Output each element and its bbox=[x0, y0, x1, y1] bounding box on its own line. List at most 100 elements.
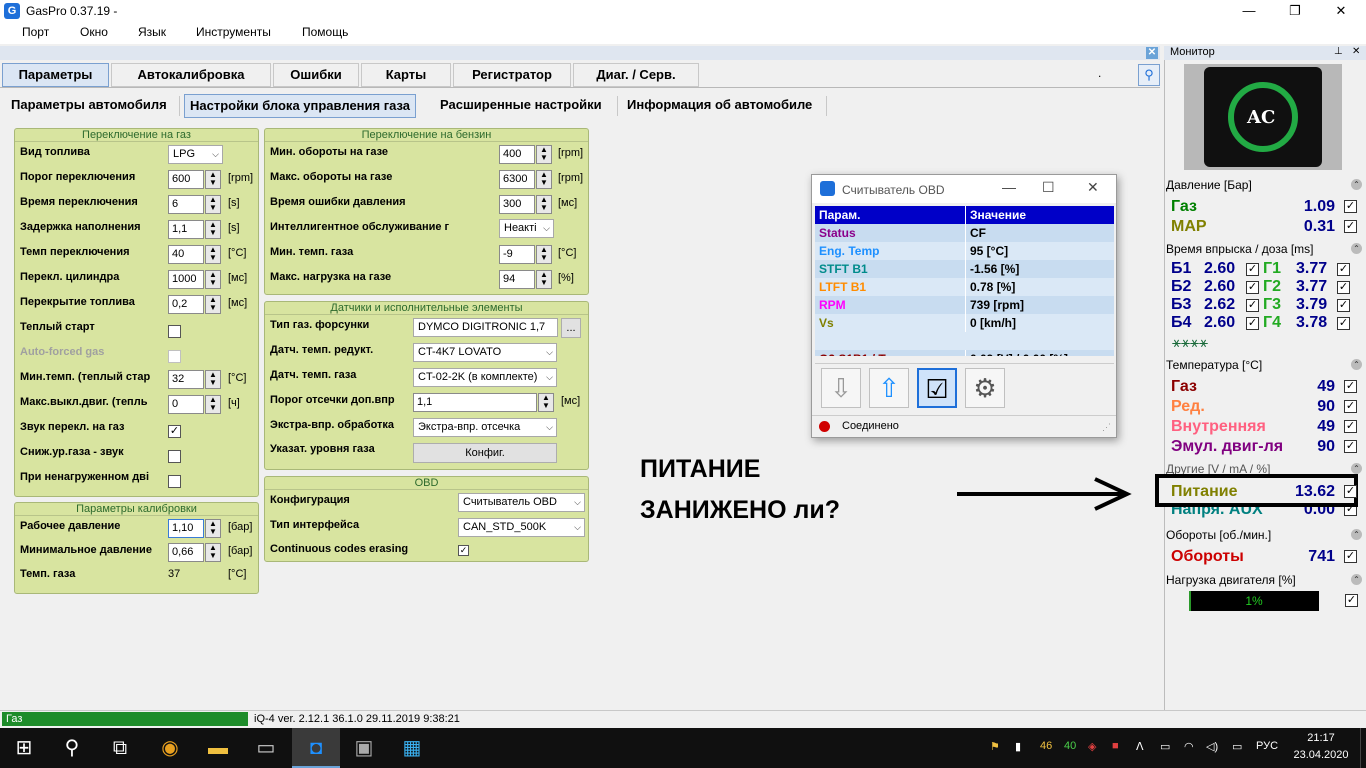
menu-language[interactable]: Язык bbox=[138, 25, 166, 39]
language-indicator[interactable]: РУС bbox=[1256, 740, 1278, 752]
injector-checkbox[interactable]: ✓ bbox=[1337, 317, 1350, 330]
obd-config-select[interactable]: Считыватель OBD ⌵ bbox=[458, 493, 585, 512]
min-pressure-spinner[interactable]: ▲ ▼ bbox=[205, 543, 221, 562]
obd-close-button[interactable]: ✕ bbox=[1087, 179, 1099, 196]
clock-time[interactable]: 21:17 bbox=[1296, 732, 1346, 744]
menu-help[interactable]: Помощь bbox=[302, 25, 348, 39]
injector-more-button[interactable]: ... bbox=[561, 318, 581, 338]
load-checkbox[interactable]: ✓ bbox=[1345, 594, 1358, 607]
extra-inj-select[interactable]: Экстра-впр. отсечка ⌵ bbox=[413, 418, 557, 437]
collapse-icon[interactable]: ⌃ bbox=[1351, 529, 1362, 540]
tab-recorder[interactable]: Регистратор bbox=[453, 63, 571, 87]
panel-close-icon[interactable]: ✕ bbox=[1146, 47, 1158, 59]
tray-icon[interactable]: ◈ bbox=[1088, 740, 1096, 753]
battery-icon[interactable]: ▭ bbox=[1160, 740, 1170, 753]
menu-tools[interactable]: Инструменты bbox=[196, 25, 271, 39]
temp-checkbox[interactable]: ✓ bbox=[1344, 420, 1357, 433]
power-checkbox[interactable]: ✓ bbox=[1344, 485, 1357, 498]
max-off-engine-spinner[interactable]: ▲ ▼ bbox=[205, 395, 221, 414]
min-gas-temp-spinner[interactable]: ▲ ▼ bbox=[536, 245, 552, 264]
chat-icon[interactable]: ▭ bbox=[1232, 740, 1242, 753]
reducer-sensor-select[interactable]: CT-4K7 LOVATO ⌵ bbox=[413, 343, 557, 362]
collapse-icon[interactable]: ⌃ bbox=[1351, 243, 1362, 254]
tab-parameters[interactable]: Параметры bbox=[2, 63, 109, 87]
subtab-advanced[interactable]: Расширенные настройки bbox=[435, 94, 607, 118]
config-button[interactable]: Конфиг. bbox=[413, 443, 557, 463]
injector-checkbox[interactable]: ✓ bbox=[1246, 299, 1259, 312]
fuel-overlap-spinner[interactable]: ▲ ▼ bbox=[205, 295, 221, 314]
fuel-type-select[interactable]: LPG ⌵ bbox=[168, 145, 223, 164]
cutoff-input[interactable]: 1,1 bbox=[413, 393, 537, 412]
arrow-down-icon[interactable]: ⇩ bbox=[821, 368, 861, 408]
chrome-icon[interactable]: ◉ bbox=[146, 728, 194, 768]
resize-grip-icon[interactable]: ⋰ bbox=[1102, 422, 1111, 433]
tab-autocalibration[interactable]: Автокалибровка bbox=[111, 63, 271, 87]
cutoff-spinner[interactable]: ▲ ▼ bbox=[538, 393, 554, 412]
max-rpm-spinner[interactable]: ▲ ▼ bbox=[536, 170, 552, 189]
file-explorer-icon[interactable]: ▬ bbox=[194, 728, 242, 768]
injector-checkbox[interactable]: ✓ bbox=[1246, 317, 1259, 330]
injector-checkbox[interactable]: ✓ bbox=[1337, 263, 1350, 276]
intelligent-select[interactable]: Неакті ⌵ bbox=[499, 219, 554, 238]
injector-type-select[interactable]: DYMCO DIGITRONIC 1,7 bbox=[413, 318, 558, 337]
warm-start-checkbox[interactable] bbox=[168, 325, 181, 338]
collapse-icon[interactable]: ⌃ bbox=[1351, 463, 1362, 474]
search-icon[interactable]: ⚲ bbox=[48, 728, 96, 768]
collapse-icon[interactable]: ⌃ bbox=[1351, 359, 1362, 370]
threshold-spinner[interactable]: ▲ ▼ bbox=[205, 170, 221, 189]
tray-icon[interactable]: ▮ bbox=[1015, 740, 1021, 753]
max-off-engine-input[interactable]: 0 bbox=[168, 395, 204, 414]
pressure-checkbox[interactable]: ✓ bbox=[1344, 220, 1357, 233]
task-view-icon[interactable]: ⧉ bbox=[96, 728, 144, 768]
temp-checkbox[interactable]: ✓ bbox=[1344, 440, 1357, 453]
max-load-input[interactable]: 94 bbox=[499, 270, 535, 289]
erasing-checkbox[interactable]: ✓ bbox=[458, 545, 469, 556]
rpm-checkbox[interactable]: ✓ bbox=[1344, 550, 1357, 563]
min-gas-temp-input[interactable]: -9 bbox=[499, 245, 535, 264]
menu-window[interactable]: Окно bbox=[80, 25, 108, 39]
collapse-icon[interactable]: ⌃ bbox=[1351, 574, 1362, 585]
temp-checkbox[interactable]: ✓ bbox=[1344, 380, 1357, 393]
pressure-checkbox[interactable]: ✓ bbox=[1344, 200, 1357, 213]
app-icon-3[interactable]: ▦ bbox=[388, 728, 436, 768]
subtab-car-params[interactable]: Параметры автомобиля bbox=[6, 94, 172, 118]
subtab-ecu-settings[interactable]: Настройки блока управления газа bbox=[184, 94, 417, 118]
collapse-icon[interactable]: ⌃ bbox=[1351, 179, 1362, 190]
terminal-icon[interactable]: ▭ bbox=[242, 728, 290, 768]
min-rpm-input[interactable]: 400 bbox=[499, 145, 535, 164]
tray-icon[interactable]: ■ bbox=[1112, 740, 1119, 752]
cyl-switch-input[interactable]: 1000 bbox=[168, 270, 204, 289]
injector-checkbox[interactable]: ✓ bbox=[1246, 263, 1259, 276]
gas-sensor-select[interactable]: CT-02-2K (в комплекте) ⌵ bbox=[413, 368, 557, 387]
arrow-up-icon[interactable]: ⇧ bbox=[869, 368, 909, 408]
pressure-error-input[interactable]: 300 bbox=[499, 195, 535, 214]
switch-temp-input[interactable]: 40 bbox=[168, 245, 204, 264]
close-button[interactable]: ✕ bbox=[1318, 0, 1364, 22]
sound-switch-checkbox[interactable]: ✓ bbox=[168, 425, 181, 438]
obd-maximize-button[interactable]: ☐ bbox=[1042, 179, 1055, 196]
temp-checkbox[interactable]: ✓ bbox=[1344, 400, 1357, 413]
min-pressure-input[interactable]: 0,66 bbox=[168, 543, 204, 562]
network-icon[interactable]: ◠ bbox=[1184, 740, 1194, 753]
monitor-close-icon[interactable]: ✕ bbox=[1352, 46, 1360, 57]
tray-icon[interactable]: ᐱ bbox=[1136, 740, 1144, 753]
auto-forced-checkbox[interactable] bbox=[168, 350, 181, 363]
minimize-button[interactable]: — bbox=[1226, 0, 1272, 22]
interface-select[interactable]: CAN_STD_500K ⌵ bbox=[458, 518, 585, 537]
windows-start-icon[interactable]: ⊞ bbox=[0, 728, 48, 768]
min-temp-warm-input[interactable]: 32 bbox=[168, 370, 204, 389]
tab-diag-service[interactable]: Диаг. / Серв. bbox=[573, 63, 699, 87]
fill-delay-spinner[interactable]: ▲ ▼ bbox=[205, 220, 221, 239]
obd-minimize-button[interactable]: — bbox=[1002, 179, 1016, 195]
gaspro-taskbar-icon[interactable]: ◘ bbox=[292, 728, 340, 768]
low-gas-sound-checkbox[interactable] bbox=[168, 450, 181, 463]
tab-maps[interactable]: Карты bbox=[361, 63, 451, 87]
min-temp-warm-spinner[interactable]: ▲ ▼ bbox=[205, 370, 221, 389]
work-pressure-spinner[interactable]: ▲ ▼ bbox=[205, 519, 221, 538]
max-load-spinner[interactable]: ▲ ▼ bbox=[536, 270, 552, 289]
pin-icon[interactable]: ⊥ bbox=[1334, 46, 1343, 57]
gear-icon[interactable]: ⚙ bbox=[965, 368, 1005, 408]
pressure-error-spinner[interactable]: ▲ ▼ bbox=[536, 195, 552, 214]
injector-checkbox[interactable]: ✓ bbox=[1337, 299, 1350, 312]
injector-checkbox[interactable]: ✓ bbox=[1246, 281, 1259, 294]
